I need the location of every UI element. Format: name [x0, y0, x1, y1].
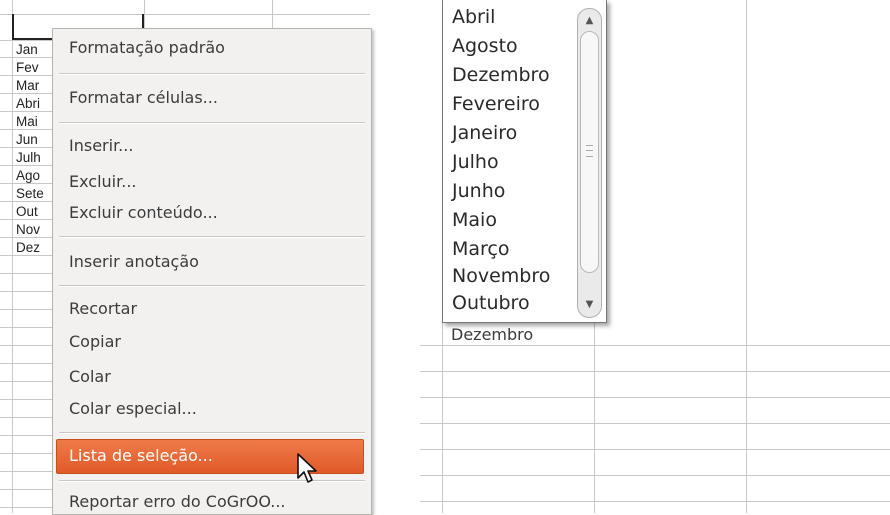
cell-jan[interactable]: Jan	[16, 41, 56, 58]
menu-item-formatar-celulas[interactable]: Formatar células...	[69, 87, 218, 109]
cell-abr[interactable]: Abri	[16, 95, 56, 112]
cell-out[interactable]: Out	[16, 203, 56, 220]
cell-dezembro[interactable]: Dezembro	[451, 325, 533, 344]
list-item[interactable]: Julho	[452, 150, 499, 174]
menu-separator	[59, 73, 365, 75]
scrollbar-thumb[interactable]	[580, 31, 599, 273]
arrow-up-icon[interactable]: ▲	[580, 11, 599, 31]
menu-item-formatacao-padrao[interactable]: Formatação padrão	[69, 37, 225, 59]
grid-line	[420, 397, 890, 398]
menu-item-reportar-erro[interactable]: Reportar erro do CoGrOO...	[69, 491, 286, 513]
menu-separator	[59, 285, 365, 287]
menu-item-excluir-conteudo[interactable]: Excluir conteúdo...	[69, 202, 218, 224]
menu-item-inserir[interactable]: Inserir...	[69, 135, 133, 157]
grid-column-line	[12, 0, 13, 513]
grid-column-line	[746, 0, 747, 513]
cell-jun[interactable]: Jun	[16, 131, 56, 148]
vertical-scrollbar[interactable]: ▲ ▼	[577, 8, 602, 318]
menu-item-excluir[interactable]: Excluir...	[69, 171, 137, 193]
menu-separator	[59, 122, 365, 124]
grid-line	[420, 475, 890, 476]
grid-line	[420, 345, 890, 346]
list-item[interactable]: Março	[452, 237, 510, 261]
menu-item-lista-de-selecao[interactable]: Lista de seleção...	[69, 445, 213, 467]
menu-item-colar-especial[interactable]: Colar especial...	[69, 398, 197, 420]
cell-ago[interactable]: Ago	[16, 167, 56, 184]
grid-line	[420, 449, 890, 450]
cell-fev[interactable]: Fev	[16, 59, 56, 76]
list-item[interactable]: Junho	[452, 179, 505, 203]
selection-list-dropdown[interactable]: Abril Agosto Dezembro Fevereiro Janeiro …	[442, 0, 607, 323]
cell-dez[interactable]: Dez	[16, 239, 56, 256]
grip-icon	[586, 145, 593, 157]
list-item[interactable]: Outubro	[452, 291, 530, 315]
context-menu: Formatação padrão Formatar células... In…	[52, 28, 372, 515]
list-item[interactable]: Agosto	[452, 34, 518, 58]
cell-mar[interactable]: Mar	[16, 77, 56, 94]
cell-jul[interactable]: Julh	[16, 149, 56, 166]
grid-line	[420, 501, 890, 502]
list-item[interactable]: Abril	[452, 5, 495, 29]
menu-separator	[59, 236, 365, 238]
cell-mai[interactable]: Mai	[16, 113, 56, 130]
grid-line	[420, 371, 890, 372]
menu-item-colar[interactable]: Colar	[69, 366, 111, 388]
list-item[interactable]: Maio	[452, 208, 497, 232]
list-item[interactable]: Fevereiro	[452, 92, 540, 116]
list-item[interactable]: Novembro	[452, 264, 550, 288]
menu-separator	[59, 432, 365, 434]
cell-set[interactable]: Sete	[16, 185, 56, 202]
list-item[interactable]: Dezembro	[452, 63, 550, 87]
arrow-down-icon[interactable]: ▼	[580, 295, 599, 315]
menu-item-inserir-anotacao[interactable]: Inserir anotação	[69, 251, 199, 273]
mouse-pointer-icon	[296, 452, 320, 486]
menu-item-recortar[interactable]: Recortar	[69, 298, 137, 320]
cell-nov[interactable]: Nov	[16, 221, 56, 238]
grid-line	[420, 423, 890, 424]
list-item[interactable]: Janeiro	[452, 121, 517, 145]
menu-item-copiar[interactable]: Copiar	[69, 331, 121, 353]
